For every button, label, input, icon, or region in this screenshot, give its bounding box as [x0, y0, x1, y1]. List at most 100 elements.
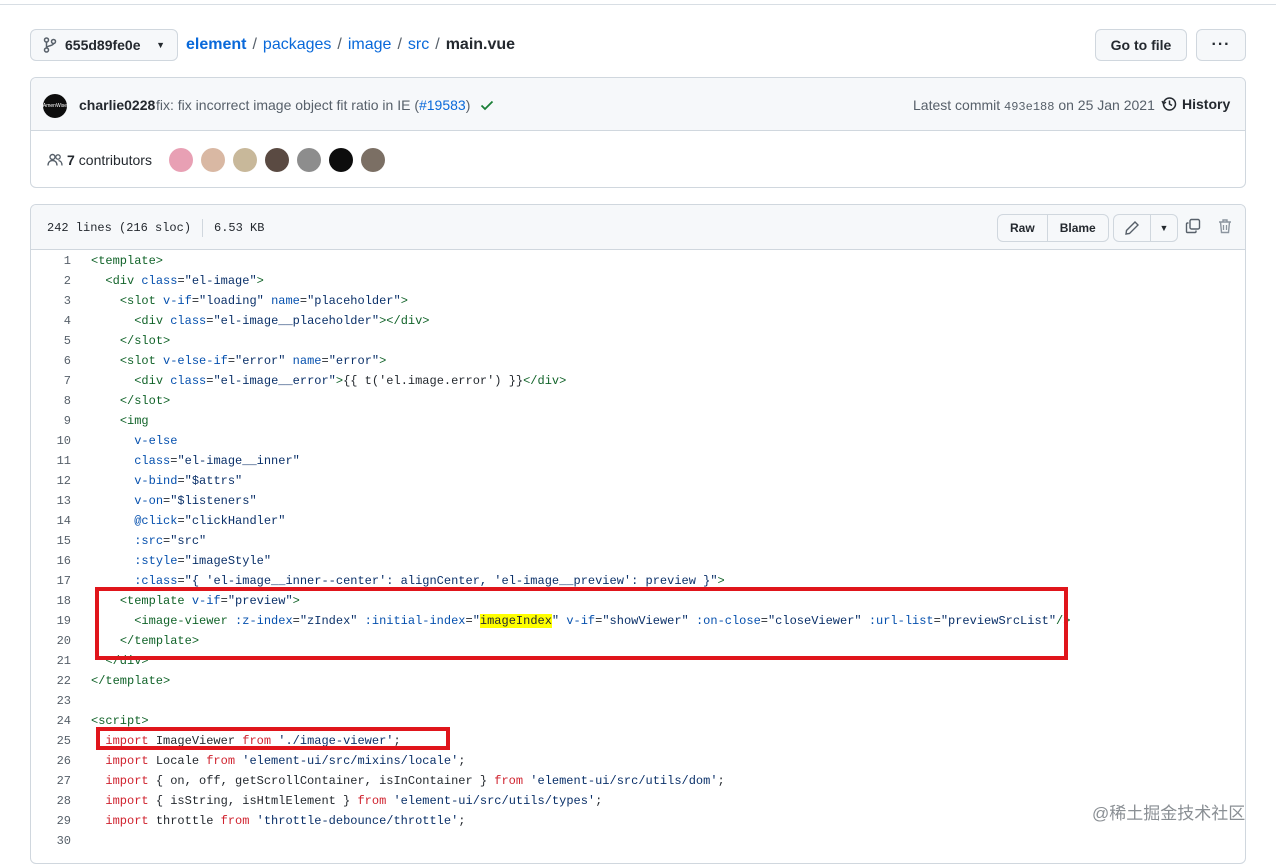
pull-request-link[interactable]: #19583 [419, 97, 466, 113]
line-number[interactable]: 18 [31, 591, 71, 611]
raw-button[interactable]: Raw [997, 214, 1048, 242]
line-number[interactable]: 17 [31, 571, 71, 591]
blame-button[interactable]: Blame [1046, 214, 1109, 242]
commit-sha-link[interactable]: 493e188 [1004, 100, 1054, 114]
code-token: "error" [328, 354, 380, 368]
code-token: {{ t('el.image.error') }} [343, 374, 524, 388]
avatar[interactable] [329, 148, 353, 172]
line-number[interactable]: 1 [31, 251, 71, 271]
code-token: name [271, 294, 300, 308]
code-token: <template> [91, 254, 164, 268]
line-number[interactable]: 25 [31, 731, 71, 751]
code-text: import throttle from 'throttle-debounce/… [71, 811, 465, 831]
code-token: :url-list [868, 614, 934, 628]
line-number[interactable]: 4 [31, 311, 71, 331]
code-token: </template> [91, 674, 171, 688]
line-number[interactable]: 26 [31, 751, 71, 771]
commit-info-box: AmenWise charlie0228 fix: fix incorrect … [30, 77, 1246, 188]
avatar[interactable] [297, 148, 321, 172]
check-icon[interactable] [479, 97, 495, 113]
code-token: Locale [148, 754, 207, 768]
line-number[interactable]: 20 [31, 631, 71, 651]
line-number[interactable]: 3 [31, 291, 71, 311]
code-token: = [177, 274, 185, 288]
line-number[interactable]: 27 [31, 771, 71, 791]
edit-button[interactable] [1113, 214, 1151, 242]
code-token: class [170, 374, 207, 388]
line-number[interactable]: 7 [31, 371, 71, 391]
line-number[interactable]: 9 [31, 411, 71, 431]
line-number[interactable]: 24 [31, 711, 71, 731]
line-number[interactable]: 14 [31, 511, 71, 531]
code-line: 12 v-bind="$attrs" [31, 471, 1245, 491]
avatar[interactable] [265, 148, 289, 172]
line-number[interactable]: 19 [31, 611, 71, 631]
avatar[interactable] [361, 148, 385, 172]
code-token: v-else-if [163, 354, 228, 368]
breadcrumb-link-packages[interactable]: packages [263, 36, 332, 54]
avatar[interactable]: AmenWise [43, 94, 67, 118]
avatar[interactable] [169, 148, 193, 172]
line-number[interactable]: 2 [31, 271, 71, 291]
code-text: :style="imageStyle" [71, 551, 271, 571]
code-token: <div [134, 314, 164, 328]
contributors-count: 7 [67, 152, 75, 168]
code-text: <div class="el-image__error">{{ t('el.im… [71, 371, 566, 391]
code-text: import { isString, isHtmlElement } from … [71, 791, 602, 811]
line-number[interactable]: 10 [31, 431, 71, 451]
line-number[interactable]: 12 [31, 471, 71, 491]
code-text: @click="clickHandler" [71, 511, 285, 531]
code-line: 25 import ImageViewer from './image-view… [31, 731, 1245, 751]
avatar[interactable] [201, 148, 225, 172]
breadcrumb-link-image[interactable]: image [348, 36, 392, 54]
code-token: </slot> [119, 334, 171, 348]
edit-dropdown-button[interactable]: ▼ [1150, 214, 1178, 242]
more-options-button[interactable]: ··· [1196, 29, 1246, 61]
code-text: import Locale from 'element-ui/src/mixin… [71, 751, 465, 771]
commit-author-link[interactable]: charlie0228 [79, 97, 155, 113]
history-link[interactable]: History [1161, 96, 1230, 112]
avatar[interactable] [233, 148, 257, 172]
line-number[interactable]: 8 [31, 391, 71, 411]
line-number[interactable]: 23 [31, 691, 71, 711]
code-line: 4 <div class="el-image__placeholder"></d… [31, 311, 1245, 331]
line-number[interactable]: 13 [31, 491, 71, 511]
code-text: <slot v-if="loading" name="placeholder"> [71, 291, 408, 311]
code-text: <div class="el-image__placeholder"></div… [71, 311, 429, 331]
branch-selector-button[interactable]: 655d89fe0e ▼ [30, 29, 178, 61]
code-text: </template> [71, 631, 199, 651]
code-line: 5 </slot> [31, 331, 1245, 351]
line-number[interactable]: 21 [31, 651, 71, 671]
line-number[interactable]: 22 [31, 671, 71, 691]
copy-icon[interactable] [1185, 218, 1201, 234]
line-number[interactable]: 28 [31, 791, 71, 811]
line-number[interactable]: 6 [31, 351, 71, 371]
commit-message[interactable]: fix: fix incorrect image object fit rati… [156, 97, 470, 113]
line-number[interactable]: 15 [31, 531, 71, 551]
code-token: 'element-ui/src/utils/dom' [530, 774, 718, 788]
breadcrumb-link-src[interactable]: src [408, 36, 429, 54]
go-to-file-button[interactable]: Go to file [1095, 29, 1187, 61]
trash-icon[interactable] [1217, 218, 1233, 234]
line-number[interactable]: 11 [31, 451, 71, 471]
code-token: "previewSrcList" [940, 614, 1057, 628]
code-token: </template> [119, 634, 200, 648]
contributors-link[interactable]: 7 contributors [47, 152, 152, 168]
line-number[interactable]: 29 [31, 811, 71, 831]
breadcrumb-link-repo[interactable]: element [186, 36, 246, 54]
code-line: 15 :src="src" [31, 531, 1245, 551]
code-text: <script> [71, 711, 149, 731]
top-divider [0, 4, 1276, 5]
code-token: "imageStyle" [184, 554, 272, 568]
code-token: <img [119, 414, 149, 428]
search-highlight: imageIndex [479, 614, 552, 628]
line-number[interactable]: 30 [31, 831, 71, 851]
line-number[interactable]: 5 [31, 331, 71, 351]
line-number[interactable]: 16 [31, 551, 71, 571]
